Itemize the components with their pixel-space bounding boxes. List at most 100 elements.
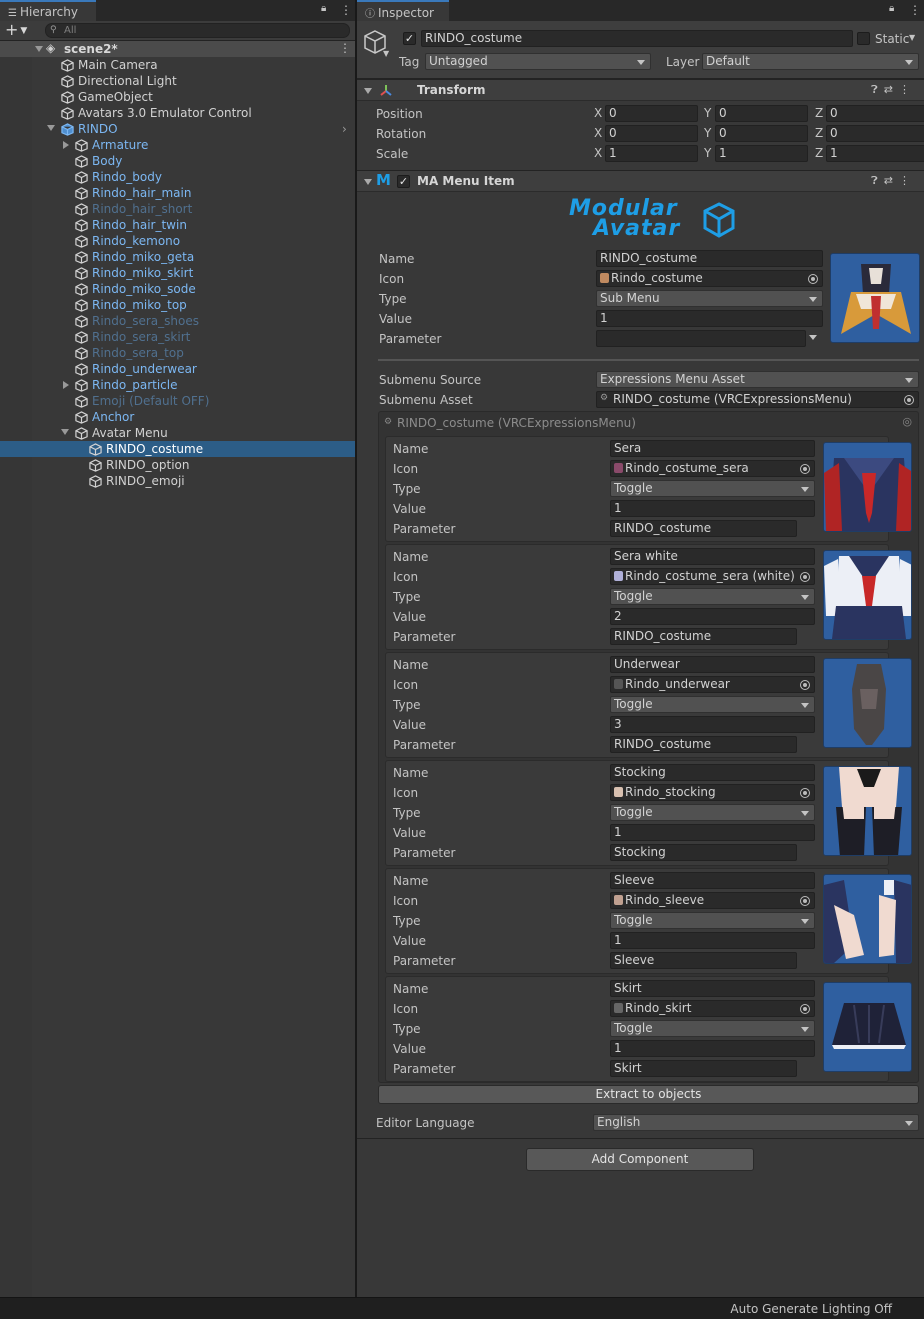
axis-x-label[interactable]: X xyxy=(594,106,602,120)
hierarchy-item[interactable]: Rindo_miko_skirt xyxy=(0,265,355,281)
control-type-dropdown[interactable]: Toggle xyxy=(610,912,815,929)
menu-name-field[interactable]: RINDO_costume xyxy=(596,250,823,267)
transform-x-field[interactable]: 0 xyxy=(605,125,698,142)
more-menu-icon[interactable]: ⋮ xyxy=(340,3,352,17)
control-type-dropdown[interactable]: Toggle xyxy=(610,804,815,821)
active-checkbox[interactable]: ✓ xyxy=(403,32,416,45)
more-menu-icon[interactable]: ⋮ xyxy=(899,174,916,187)
hierarchy-item[interactable]: GameObject xyxy=(0,89,355,105)
object-name-field[interactable]: RINDO_costume xyxy=(421,30,853,47)
scene-row[interactable]: ◈ scene2* ⋮ xyxy=(0,41,355,57)
transform-z-field[interactable]: 0 xyxy=(826,105,924,122)
hierarchy-item[interactable]: Avatars 3.0 Emulator Control xyxy=(0,105,355,121)
control-value-field[interactable]: 1 xyxy=(610,1040,815,1057)
axis-z-label[interactable]: Z xyxy=(815,126,823,140)
tag-dropdown[interactable]: Untagged xyxy=(425,53,651,70)
control-value-field[interactable]: 1 xyxy=(610,824,815,841)
control-parameter-field[interactable]: Sleeve xyxy=(610,952,797,969)
tab-inspector[interactable]: ⓘ Inspector xyxy=(357,0,449,21)
object-picker-icon[interactable] xyxy=(800,680,810,690)
hierarchy-item[interactable]: Rindo_hair_twin xyxy=(0,217,355,233)
search-input[interactable]: All xyxy=(45,23,350,38)
submenu-asset-field[interactable]: RINDO_costume (VRCExpressionsMenu) xyxy=(596,391,919,408)
control-icon-field[interactable]: Rindo_sleeve xyxy=(610,892,815,909)
control-parameter-field[interactable]: RINDO_costume xyxy=(610,628,797,645)
hierarchy-item[interactable]: Avatar Menu xyxy=(0,425,355,441)
target-icon[interactable]: ◎ xyxy=(902,415,912,428)
control-name-field[interactable]: Underwear xyxy=(610,656,815,673)
control-parameter-field[interactable]: Stocking xyxy=(610,844,797,861)
object-picker-icon[interactable] xyxy=(904,395,914,405)
fold-open-icon[interactable] xyxy=(35,46,43,52)
control-name-field[interactable]: Sleeve xyxy=(610,872,815,889)
axis-y-label[interactable]: Y xyxy=(704,146,711,160)
hierarchy-item[interactable]: Rindo_hair_main xyxy=(0,185,355,201)
hierarchy-item[interactable]: Directional Light xyxy=(0,73,355,89)
submenu-source-dropdown[interactable]: Expressions Menu Asset xyxy=(596,371,919,388)
ma-menu-item-header[interactable]: M ✓ MA Menu Item ❓︎⇄⋮ xyxy=(357,170,924,192)
fold-open-icon[interactable] xyxy=(61,429,69,435)
add-component-button[interactable]: Add Component xyxy=(526,1148,754,1171)
control-name-field[interactable]: Sera xyxy=(610,440,815,457)
control-name-field[interactable]: Stocking xyxy=(610,764,815,781)
control-parameter-field[interactable]: RINDO_costume xyxy=(610,520,797,537)
hierarchy-item[interactable]: Armature xyxy=(0,137,355,153)
object-picker-icon[interactable] xyxy=(800,572,810,582)
object-picker-icon[interactable] xyxy=(800,1004,810,1014)
control-name-field[interactable]: Skirt xyxy=(610,980,815,997)
axis-y-label[interactable]: Y xyxy=(704,106,711,120)
control-value-field[interactable]: 2 xyxy=(610,608,815,625)
hierarchy-item[interactable]: Emoji (Default OFF) xyxy=(0,393,355,409)
hierarchy-item[interactable]: Rindo_underwear xyxy=(0,361,355,377)
chevron-down-icon[interactable]: ▼ xyxy=(383,49,389,58)
hierarchy-item[interactable]: Rindo_hair_short xyxy=(0,201,355,217)
transform-z-field[interactable]: 1 xyxy=(826,145,924,162)
control-icon-field[interactable]: Rindo_skirt xyxy=(610,1000,815,1017)
fold-open-icon[interactable] xyxy=(364,88,372,94)
transform-header[interactable]: Transform ❓︎⇄⋮ xyxy=(357,79,924,101)
menu-parameter-field[interactable] xyxy=(596,330,806,347)
editor-language-dropdown[interactable]: English xyxy=(593,1114,919,1131)
transform-y-field[interactable]: 0 xyxy=(715,125,808,142)
control-type-dropdown[interactable]: Toggle xyxy=(610,696,815,713)
help-icon[interactable]: ❓︎ xyxy=(871,174,884,187)
lock-icon[interactable]: 🔒︎ xyxy=(321,3,326,14)
hierarchy-item[interactable]: Rindo_kemono xyxy=(0,233,355,249)
lock-icon[interactable]: 🔒︎ xyxy=(889,3,894,14)
hierarchy-item[interactable]: Rindo_particle xyxy=(0,377,355,393)
chevron-down-icon[interactable] xyxy=(809,335,817,340)
control-icon-field[interactable]: Rindo_costume_sera xyxy=(610,460,815,477)
control-value-field[interactable]: 3 xyxy=(610,716,815,733)
object-picker-icon[interactable] xyxy=(800,896,810,906)
control-value-field[interactable]: 1 xyxy=(610,932,815,949)
hierarchy-item[interactable]: Rindo_miko_sode xyxy=(0,281,355,297)
control-parameter-field[interactable]: RINDO_costume xyxy=(610,736,797,753)
chevron-right-icon[interactable]: › xyxy=(342,121,347,137)
preset-icon[interactable]: ⇄ xyxy=(884,174,899,187)
static-checkbox[interactable] xyxy=(857,32,870,45)
object-picker-icon[interactable] xyxy=(808,274,818,284)
hierarchy-item[interactable]: RINDO › xyxy=(0,121,355,137)
chevron-down-icon[interactable]: ▼ xyxy=(909,33,915,42)
layer-dropdown[interactable]: Default xyxy=(702,53,919,70)
control-icon-field[interactable]: Rindo_stocking xyxy=(610,784,815,801)
axis-z-label[interactable]: Z xyxy=(815,106,823,120)
fold-open-icon[interactable] xyxy=(364,179,372,185)
axis-x-label[interactable]: X xyxy=(594,126,602,140)
hierarchy-item[interactable]: Rindo_miko_geta xyxy=(0,249,355,265)
scene-menu-icon[interactable]: ⋮ xyxy=(339,41,351,55)
component-header-icons[interactable]: ❓︎⇄⋮ xyxy=(871,174,916,188)
control-type-dropdown[interactable]: Toggle xyxy=(610,480,815,497)
object-picker-icon[interactable] xyxy=(800,788,810,798)
tab-hierarchy[interactable]: ☰ Hierarchy xyxy=(0,0,96,21)
hierarchy-item[interactable]: RINDO_costume xyxy=(0,441,355,457)
object-picker-icon[interactable] xyxy=(800,464,810,474)
transform-y-field[interactable]: 1 xyxy=(715,145,808,162)
preset-icon[interactable]: ⇄ xyxy=(884,83,899,96)
hierarchy-item[interactable]: RINDO_emoji xyxy=(0,473,355,489)
hierarchy-item[interactable]: RINDO_option xyxy=(0,457,355,473)
static-label[interactable]: Static xyxy=(875,31,909,47)
transform-z-field[interactable]: 0 xyxy=(826,125,924,142)
fold-open-icon[interactable] xyxy=(47,125,55,131)
fold-closed-icon[interactable] xyxy=(63,141,69,149)
